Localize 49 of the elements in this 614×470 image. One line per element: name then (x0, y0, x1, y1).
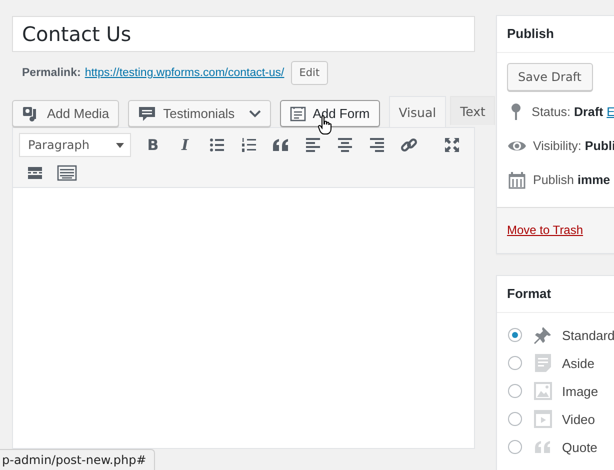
status-bar-url: p-admin/post-new.php# (0, 449, 156, 470)
note-icon (534, 353, 552, 373)
align-right-icon[interactable] (369, 137, 385, 153)
chevron-icon (248, 110, 261, 118)
keyboard-icon[interactable] (57, 165, 77, 181)
video-icon (533, 409, 553, 429)
format-label: Quote (562, 440, 598, 454)
radio-button[interactable] (508, 384, 522, 398)
format-label: Standard (562, 328, 614, 342)
title-field[interactable]: Contact Us (12, 16, 475, 52)
eye-icon (507, 139, 527, 153)
publish-setting-text: Publish imme (533, 173, 610, 187)
permalink-link[interactable]: https://testing.wpforms.com/contact-us/ (84, 67, 284, 79)
quote-icon (533, 439, 553, 455)
calendar-icon (508, 171, 526, 189)
pin-icon (510, 103, 522, 121)
align-center-icon[interactable] (337, 137, 353, 153)
image-icon (533, 381, 553, 401)
testimonials-button[interactable]: Testimonials (128, 100, 271, 127)
link-icon[interactable] (400, 136, 418, 154)
speech-bubble-icon (138, 106, 156, 122)
read-more-icon[interactable] (27, 166, 43, 180)
form-icon (290, 106, 306, 122)
radio-button[interactable] (508, 328, 522, 342)
pushpin-icon (533, 325, 553, 345)
align-left-icon[interactable] (305, 137, 321, 153)
panel-title: Format (497, 276, 614, 313)
radio-button[interactable] (508, 440, 522, 454)
edit-button[interactable]: Edit (291, 61, 328, 85)
format-label: Aside (562, 356, 595, 370)
format-label: Image (562, 384, 598, 398)
quote-icon[interactable] (272, 137, 290, 153)
radio-button[interactable] (508, 412, 522, 426)
move-to-trash-link[interactable]: Move to Trash (507, 223, 584, 237)
editor-tab[interactable]: Text (450, 96, 496, 125)
permalink-label: Permalink: (22, 67, 81, 79)
radio-button[interactable] (508, 356, 522, 370)
bold-button[interactable]: B (137, 132, 169, 158)
save-draft-button[interactable]: Save Draft (507, 63, 593, 91)
add-media-button[interactable]: Add Media (12, 100, 120, 127)
format-label: Video (562, 412, 596, 426)
fullscreen-icon[interactable] (444, 137, 460, 153)
add-form-button[interactable]: Add Form (280, 100, 380, 127)
numbered-list-icon[interactable] (241, 137, 257, 153)
bulleted-list-icon[interactable] (209, 137, 225, 153)
paragraph-select[interactable]: Paragraph (19, 133, 131, 157)
editor-tab[interactable]: Visual (388, 96, 446, 127)
panel-title: Publish (497, 16, 614, 53)
italic-button[interactable]: I (169, 132, 201, 158)
